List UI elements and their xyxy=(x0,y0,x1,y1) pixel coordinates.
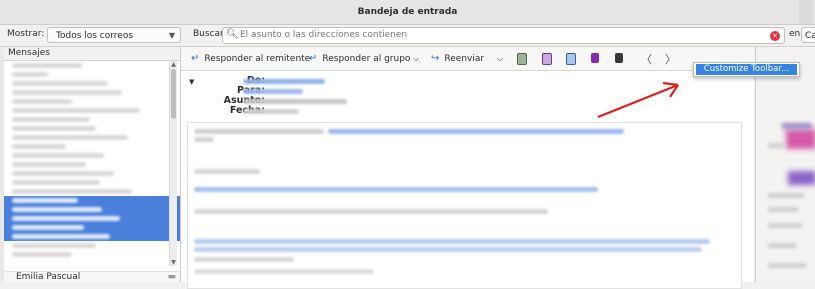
annotation-arrow-icon xyxy=(597,81,679,119)
toolbar-context-menu: Customize Toolbar... xyxy=(693,62,800,77)
customize-toolbar-menu-item[interactable]: Customize Toolbar... xyxy=(696,64,797,75)
